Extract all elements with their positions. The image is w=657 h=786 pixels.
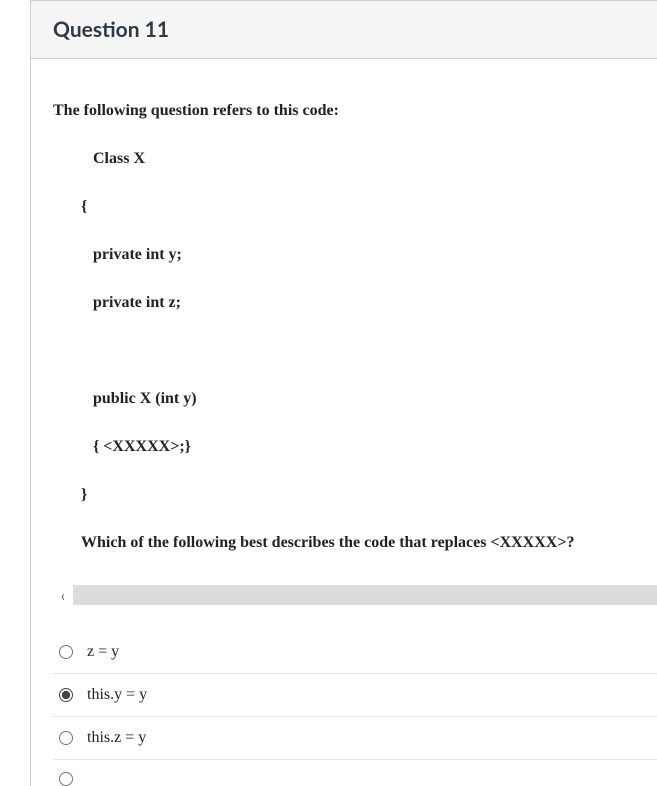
answer-text: z = y [87,643,119,661]
answer-radio[interactable] [59,688,73,702]
question-header: Question 11 [31,1,657,59]
code-line: private int y; [53,243,657,267]
code-line: { [53,195,657,219]
question-card: Question 11 The following question refer… [30,0,657,786]
scrollbar-track[interactable] [73,585,657,605]
code-line: private int z; [53,291,657,315]
answer-radio[interactable] [59,772,73,786]
answer-option[interactable]: this.z = y [53,717,657,760]
question-title: Question 11 [53,17,635,42]
code-line: Class X [53,147,657,171]
answer-list: z = y this.y = y this.z = y [53,631,657,786]
code-line: public X (int y) [53,387,657,411]
code-line: } [53,483,657,507]
question-stem: The following question refers to this co… [53,99,657,555]
answer-text: this.y = y [87,686,147,704]
answer-text: this.z = y [87,729,146,747]
horizontal-scrollbar[interactable]: ‹ [53,585,657,605]
answer-radio[interactable] [59,731,73,745]
answer-radio[interactable] [59,645,73,659]
stem-prompt: Which of the following best describes th… [53,531,657,555]
question-body: The following question refers to this co… [31,59,657,786]
answer-option[interactable]: this.y = y [53,674,657,717]
answer-option[interactable] [53,760,657,786]
code-line: { <XXXXX>;} [53,435,657,459]
code-line [53,339,657,363]
stem-intro: The following question refers to this co… [53,99,657,123]
scroll-left-button[interactable]: ‹ [53,585,73,605]
answer-option[interactable]: z = y [53,631,657,674]
